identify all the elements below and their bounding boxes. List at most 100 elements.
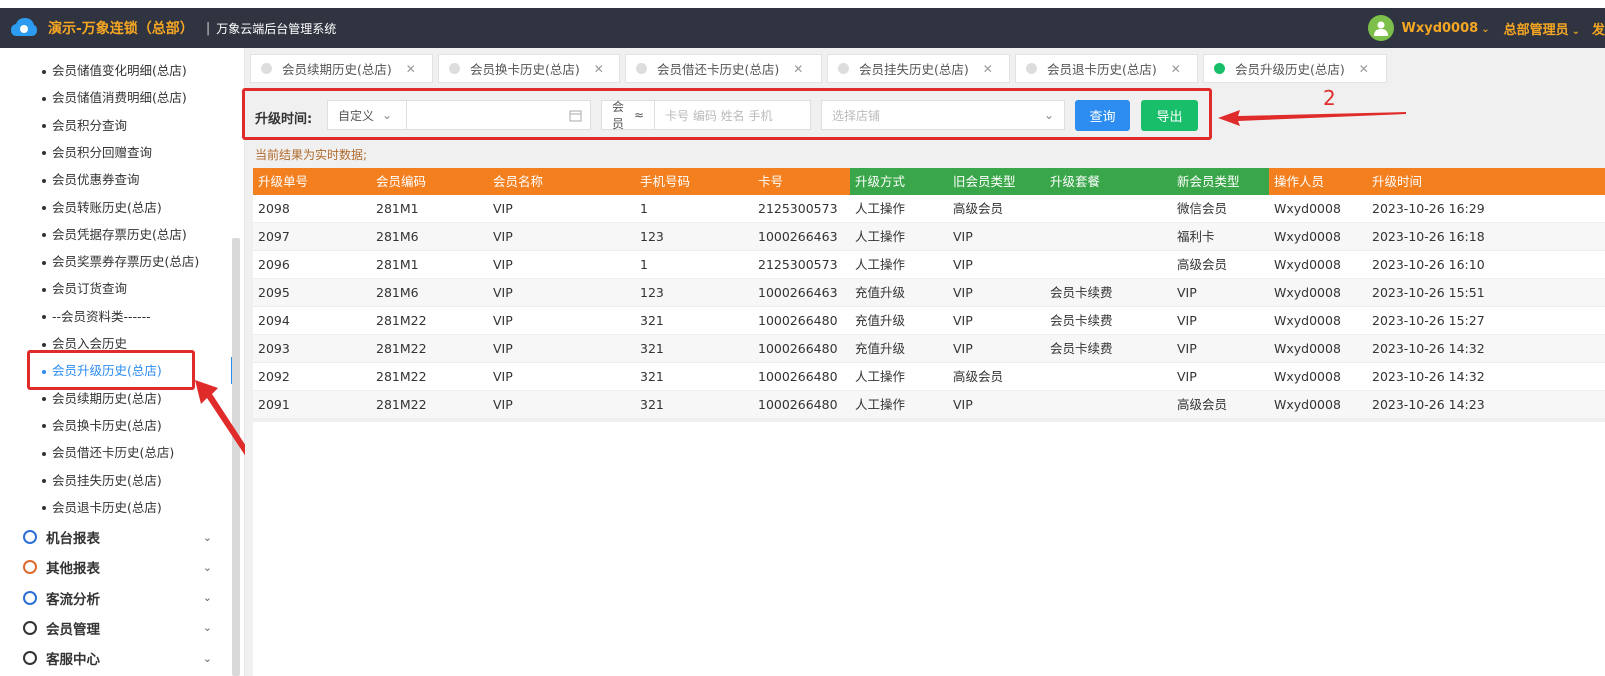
chevron-down-icon: ⌄	[202, 621, 212, 635]
member-field-select[interactable]: 会员 ≈	[601, 100, 655, 131]
sidebar-item-label: 会员订货查询	[52, 281, 128, 297]
extra-menu[interactable]: 发	[1592, 19, 1605, 38]
table-cell: 281M22	[376, 397, 427, 412]
brand-title: 演示-万象连锁（总部）	[48, 21, 194, 37]
role-menu[interactable]: 总部管理员 ⌄	[1504, 19, 1580, 38]
table-row[interactable]: 2091 281M22 VIP 321 1000266480 人工操作 VIP 高级会员 Wxy…	[253, 391, 1605, 419]
table-cell	[1045, 363, 1172, 391]
tab-status-icon	[449, 63, 460, 74]
user-avatar-icon	[1373, 21, 1388, 36]
export-button[interactable]: 导出	[1141, 100, 1198, 131]
table-row[interactable]: 2094 281M22 VIP 321 1000266480 充值升级 VIP 会员卡续费 VI…	[253, 307, 1605, 335]
sidebar-item[interactable]: 会员积分查询	[42, 112, 127, 139]
table-cell: 1000266480	[758, 341, 838, 356]
table-cell: 2023-10-26 14:32	[1372, 369, 1485, 384]
table-cell: Wxyd0008	[1274, 397, 1341, 412]
sidebar-group[interactable]: 客流分析 ⌄	[22, 583, 222, 613]
sidebar-item-label: 会员转账历史(总店)	[52, 199, 162, 215]
tab-status-icon	[1214, 63, 1225, 74]
sidebar-item-label: --会员资料类------	[52, 308, 151, 324]
tab-status-icon	[838, 63, 849, 74]
table-row[interactable]: 2096 281M1 VIP 1 2125300573 人工操作 VIP 高级会员 Wxyd00…	[253, 251, 1605, 279]
sidebar-group[interactable]: 客服中心 ⌄	[22, 643, 222, 673]
column-header[interactable]: 会员编码	[371, 168, 488, 195]
column-header[interactable]: 升级单号	[253, 168, 371, 195]
column-header[interactable]: 升级时间	[1367, 168, 1605, 195]
user-menu[interactable]: Wxyd0008 ⌄	[1402, 21, 1490, 36]
user-area: Wxyd0008 ⌄ 总部管理员 ⌄ 发	[1367, 8, 1605, 48]
table-row[interactable]: 2098 281M1 VIP 1 2125300573 人工操作 高级会员 微信会员 Wxyd0…	[253, 195, 1605, 223]
sidebar-group[interactable]: 会员管理 ⌄	[22, 613, 222, 643]
date-range-input[interactable]	[406, 100, 591, 130]
sidebar-group-label: 客流分析	[46, 591, 100, 608]
close-icon[interactable]: ✕	[793, 62, 803, 76]
table-cell: 2098	[258, 201, 290, 216]
sidebar-item[interactable]: 会员订货查询	[42, 275, 127, 302]
tab[interactable]: 会员借还卡历史(总店) ✕	[625, 54, 822, 83]
close-icon[interactable]: ✕	[983, 62, 993, 76]
table-row[interactable]: 2095 281M6 VIP 123 1000266463 充值升级 VIP 会员卡续费 VIP…	[253, 279, 1605, 307]
close-icon[interactable]: ✕	[594, 62, 604, 76]
store-select[interactable]: 选择店铺 ⌄	[821, 100, 1065, 130]
bullet-icon	[42, 178, 46, 183]
sidebar-group-label: 机台报表	[46, 531, 100, 547]
column-header[interactable]: 升级套餐	[1045, 168, 1172, 195]
tab[interactable]: 会员升级历史(总店) ✕	[1203, 54, 1387, 83]
member-field-label: 会员	[612, 100, 625, 131]
tab-label: 会员换卡历史(总店)	[470, 62, 580, 77]
table-cell: VIP	[493, 257, 513, 272]
sidebar-item[interactable]: 会员换卡历史(总店)	[42, 412, 162, 439]
table-cell: VIP	[493, 369, 513, 384]
table-cell: 高级会员	[1177, 397, 1228, 412]
column-header[interactable]: 新会员类型	[1172, 168, 1269, 195]
table-cell: 高级会员	[1177, 257, 1228, 272]
sidebar-item-label: 会员退卡历史(总店)	[52, 499, 162, 515]
sidebar-item[interactable]: 会员转账历史(总店)	[42, 194, 162, 221]
close-icon[interactable]: ✕	[406, 62, 416, 76]
sidebar-item[interactable]: 会员借还卡历史(总店)	[42, 439, 174, 466]
table-cell: 2023-10-26 14:32	[1372, 341, 1485, 356]
bullet-icon	[42, 315, 46, 320]
sidebar-group-label: 客服中心	[46, 652, 100, 669]
query-button[interactable]: 查询	[1075, 100, 1130, 131]
table-row[interactable]: 2092 281M22 VIP 321 1000266480 人工操作 高级会员 VIP Wxy…	[253, 363, 1605, 391]
column-header[interactable]: 手机号码	[635, 168, 753, 195]
sidebar-item[interactable]: 会员奖票券存票历史(总店)	[42, 248, 199, 275]
table-cell: Wxyd0008	[1274, 257, 1341, 272]
sidebar-item[interactable]: 会员积分回赠查询	[42, 139, 152, 166]
column-header[interactable]: 升级方式	[850, 168, 948, 195]
table-row[interactable]: 2093 281M22 VIP 321 1000266480 充值升级 VIP 会员卡续费 VI…	[253, 335, 1605, 363]
tab[interactable]: 会员挂失历史(总店) ✕	[827, 54, 1010, 83]
table-cell: 321	[640, 369, 664, 384]
avatar[interactable]	[1367, 15, 1394, 41]
machine-icon	[23, 530, 37, 544]
column-header[interactable]: 卡号	[753, 168, 850, 195]
sidebar-item[interactable]: 会员挂失历史(总店)	[42, 467, 162, 494]
tab[interactable]: 会员续期历史(总店) ✕	[250, 54, 433, 83]
sidebar-group[interactable]: 其他报表 ⌄	[22, 552, 222, 582]
sidebar-item[interactable]: 会员凭据存票历史(总店)	[42, 221, 187, 248]
sidebar-item[interactable]: 会员优惠券查询	[42, 166, 140, 193]
sidebar-item[interactable]: 会员储值消费明细(总店)	[42, 84, 187, 111]
sidebar-item[interactable]: 会员储值变化明细(总店)	[42, 57, 187, 84]
close-icon[interactable]: ✕	[1359, 62, 1369, 76]
bullet-icon	[42, 124, 46, 129]
table-cell: 微信会员	[1177, 201, 1228, 216]
table-cell: 高级会员	[953, 201, 1004, 216]
column-header[interactable]: 旧会员类型	[948, 168, 1045, 195]
table-cell: VIP	[1177, 369, 1197, 384]
member-search-input[interactable]: 卡号 编码 姓名 手机	[654, 100, 811, 130]
content-background	[253, 422, 1605, 676]
sidebar-item[interactable]: --会员资料类------	[42, 303, 151, 330]
table-row[interactable]: 2097 281M6 VIP 123 1000266463 人工操作 VIP 福利卡 Wxyd0…	[253, 223, 1605, 251]
sidebar-item[interactable]: 会员退卡历史(总店)	[42, 494, 162, 521]
close-icon[interactable]: ✕	[1171, 62, 1181, 76]
column-header[interactable]: 会员名称	[488, 168, 635, 195]
tab[interactable]: 会员换卡历史(总店) ✕	[438, 54, 620, 83]
column-header[interactable]: 操作人员	[1269, 168, 1367, 195]
time-mode-select[interactable]: 自定义 ⌄	[327, 100, 407, 130]
tab[interactable]: 会员退卡历史(总店) ✕	[1015, 54, 1198, 83]
table-cell: 281M6	[376, 229, 419, 244]
highlight-box-1	[27, 350, 195, 390]
sidebar-group[interactable]: 机台报表 ⌄	[22, 522, 222, 552]
